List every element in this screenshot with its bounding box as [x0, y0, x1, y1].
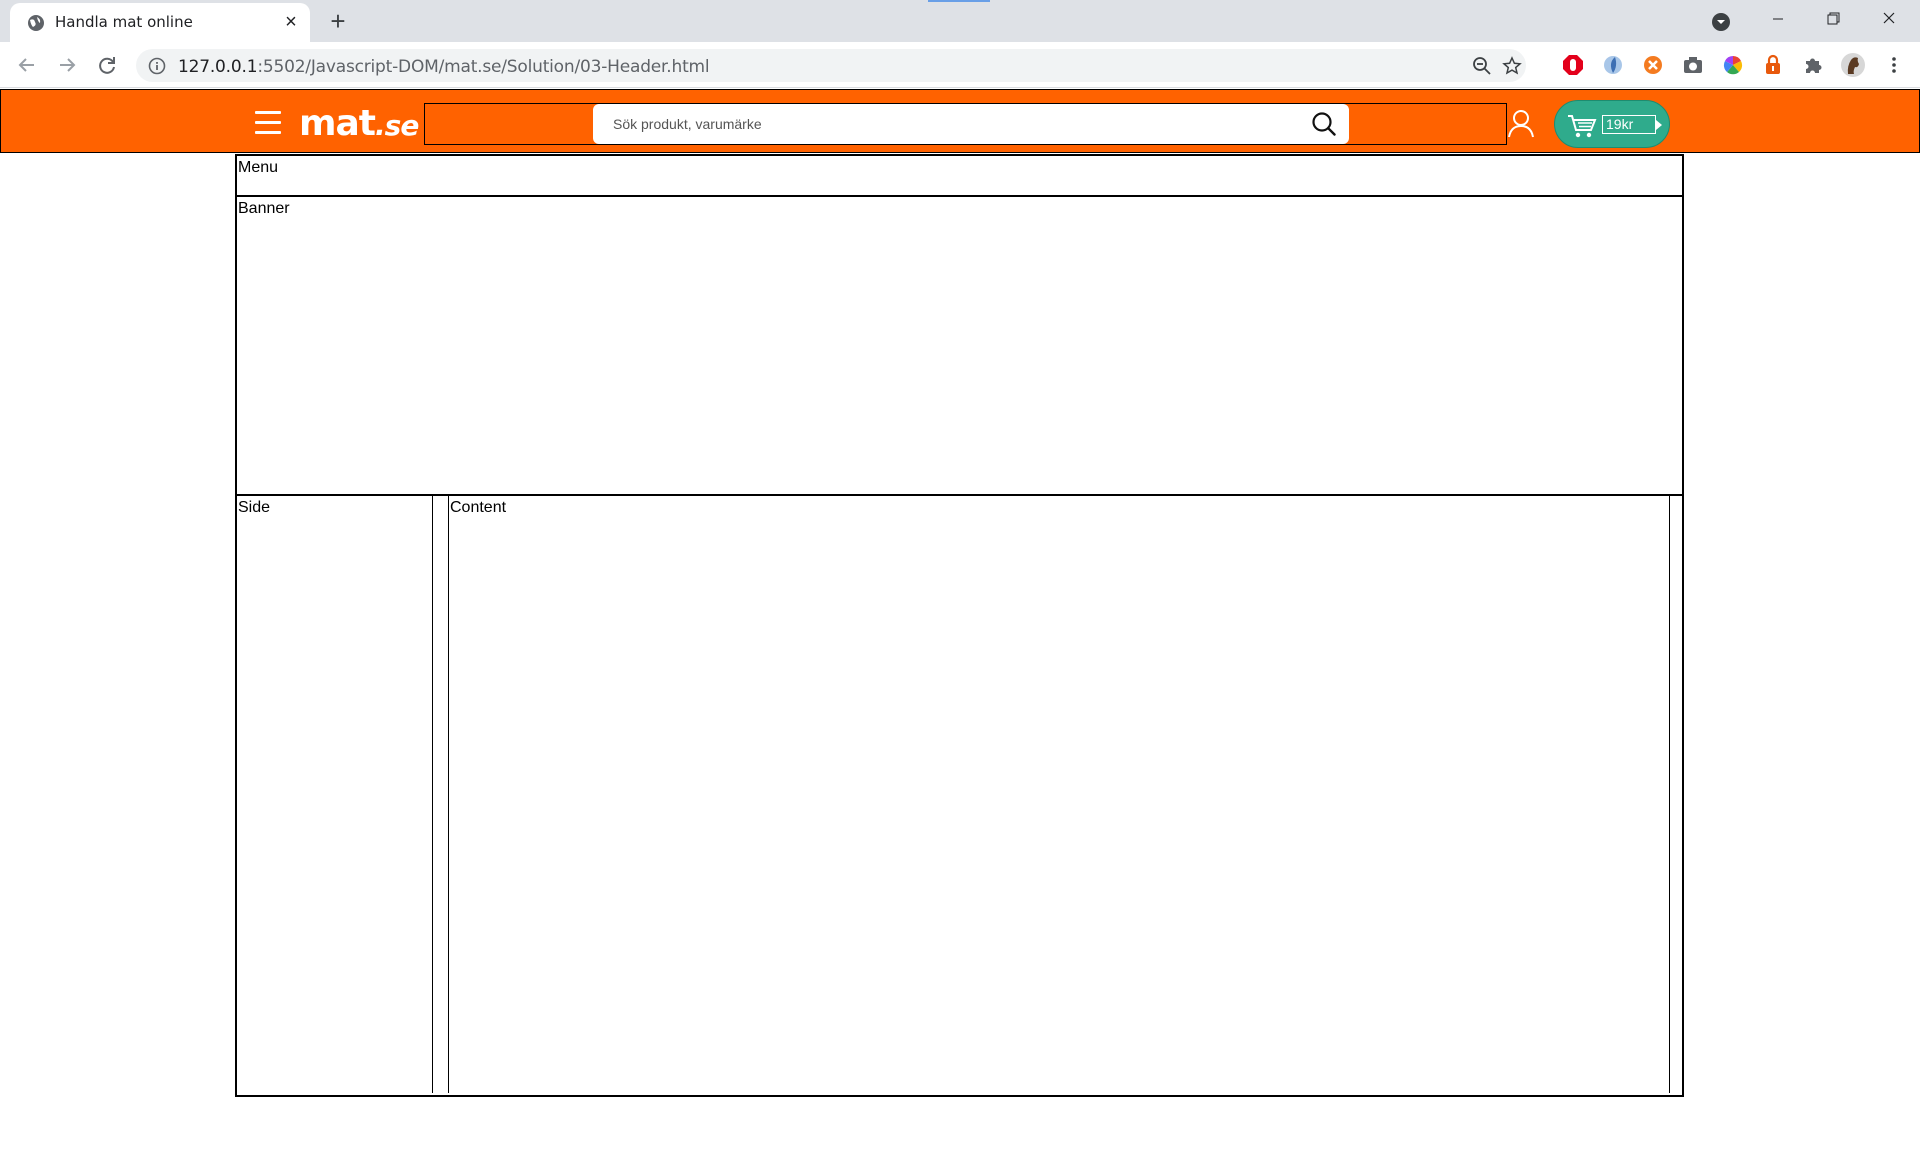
url-text[interactable]: 127.0.0.1:5502/Javascript-DOM/mat.se/Sol…	[178, 57, 710, 77]
color-wheel-extension-icon[interactable]	[1722, 54, 1744, 76]
hamburger-menu-icon[interactable]	[255, 111, 283, 135]
browser-tabstrip: Handla mat online × +	[0, 0, 1920, 42]
content-section: Content	[448, 496, 1670, 1093]
user-account-icon[interactable]	[1507, 109, 1535, 139]
banner-section: Banner	[235, 195, 1684, 495]
side-section-label: Side	[238, 499, 271, 516]
browser-tab[interactable]: Handla mat online ×	[10, 3, 310, 42]
back-arrow-icon[interactable]	[13, 51, 41, 79]
window-close-icon[interactable]	[1876, 9, 1902, 29]
adblock-extension-icon[interactable]	[1562, 54, 1584, 76]
info-icon[interactable]	[148, 57, 166, 75]
search-icon[interactable]	[1311, 111, 1337, 137]
bookmark-star-icon[interactable]	[1502, 56, 1522, 76]
profile-avatar-icon[interactable]	[1840, 52, 1866, 78]
cart-button[interactable]: 19kr	[1554, 100, 1670, 148]
tab-search-icon[interactable]	[1710, 11, 1732, 33]
globe-icon	[28, 15, 44, 31]
camera-extension-icon[interactable]	[1682, 54, 1704, 76]
search-box	[593, 104, 1349, 144]
restore-icon[interactable]	[1820, 9, 1846, 29]
logo-tld-text: .se	[375, 109, 419, 142]
tab-close-icon[interactable]: ×	[280, 12, 302, 34]
banner-section-label: Banner	[238, 200, 290, 217]
side-section: Side	[237, 496, 433, 1093]
tab-title: Handla mat online	[55, 13, 193, 31]
logo-main-text: mat	[299, 103, 376, 144]
minimize-icon[interactable]	[1765, 9, 1791, 29]
new-tab-button[interactable]: +	[325, 8, 351, 35]
tab-indicator	[928, 0, 990, 2]
search-input[interactable]	[613, 110, 1293, 138]
kebab-menu-icon[interactable]	[1883, 54, 1905, 76]
search-area	[424, 103, 1507, 145]
browser-toolbar: 127.0.0.1:5502/Javascript-DOM/mat.se/Sol…	[0, 42, 1920, 88]
site-logo[interactable]: mat.se	[299, 103, 419, 144]
extension-orange-icon[interactable]	[1642, 54, 1664, 76]
cart-total: 19kr	[1602, 115, 1662, 134]
address-bar[interactable]: 127.0.0.1:5502/Javascript-DOM/mat.se/Sol…	[136, 49, 1526, 82]
site-header: mat.se 19kr	[0, 89, 1920, 153]
zoom-out-icon[interactable]	[1472, 56, 1492, 76]
extension-blue-icon[interactable]	[1602, 54, 1624, 76]
shopping-cart-icon	[1568, 115, 1597, 138]
main-container: Side Content	[235, 494, 1684, 1097]
forward-arrow-icon[interactable]	[53, 51, 81, 79]
lock-extension-icon[interactable]	[1762, 54, 1784, 76]
reload-icon[interactable]	[93, 51, 121, 79]
content-section-label: Content	[450, 499, 507, 516]
puzzle-extensions-icon[interactable]	[1802, 54, 1824, 76]
menu-section: Menu	[235, 154, 1684, 196]
menu-section-label: Menu	[238, 159, 279, 176]
